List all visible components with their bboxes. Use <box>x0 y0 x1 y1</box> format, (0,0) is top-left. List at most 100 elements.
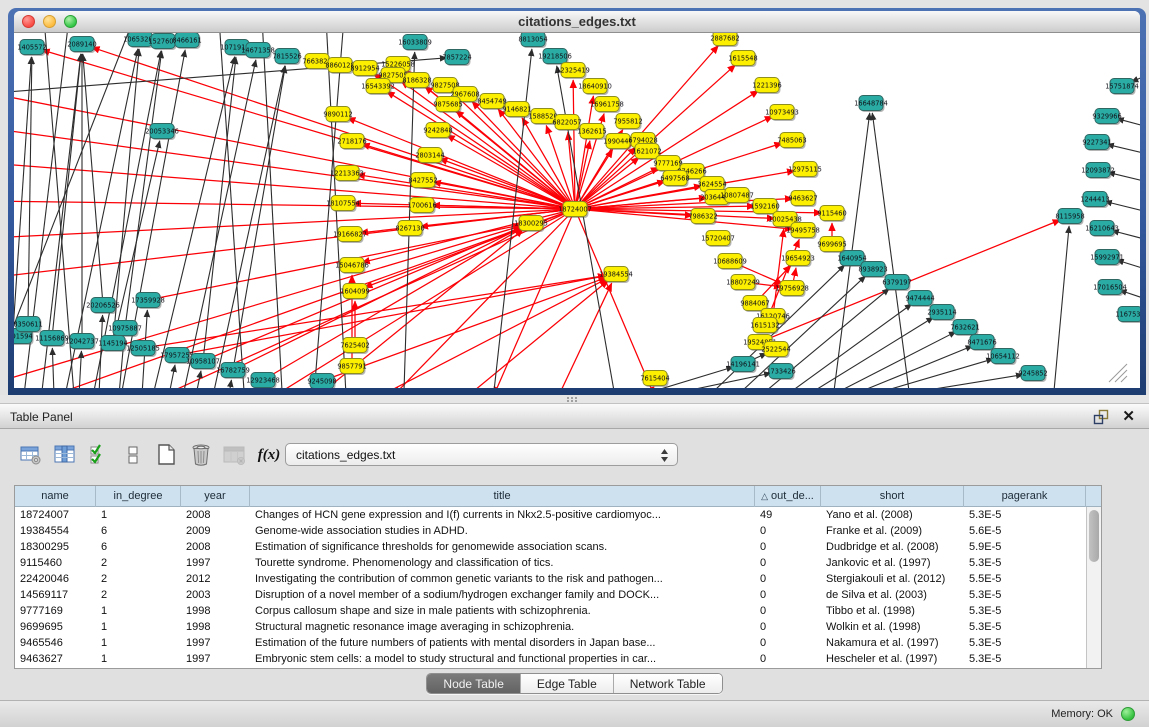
graph-node[interactable]: 9329966 <box>1092 109 1121 126</box>
graph-node[interactable]: 1362615 <box>577 124 606 141</box>
graph-node[interactable]: 10654112 <box>986 349 1020 366</box>
graph-node[interactable]: 9146821 <box>502 102 531 119</box>
graph-edge-black[interactable] <box>884 359 993 388</box>
graph-node[interactable]: 12213363 <box>330 166 364 183</box>
graph-node[interactable]: 2887682 <box>710 33 739 47</box>
graph-node[interactable]: 9242848 <box>423 123 452 140</box>
graph-node[interactable]: 19654923 <box>781 251 815 268</box>
graph-edge-red[interactable] <box>347 118 575 209</box>
table-row[interactable]: 969969511998Structural magnetic resonanc… <box>15 619 1101 635</box>
graph-edge-black[interactable] <box>52 348 54 388</box>
graph-node[interactable]: 9857791 <box>337 359 366 376</box>
graph-edge-black[interactable] <box>79 351 81 388</box>
graph-node[interactable]: 12975115 <box>788 162 822 179</box>
graph-edge-black[interactable] <box>1105 201 1140 213</box>
column-header-title[interactable]: title <box>250 486 755 507</box>
graph-node[interactable]: 8115958 <box>1055 209 1084 226</box>
graph-node[interactable]: 8427552 <box>408 173 437 190</box>
graph-node[interactable]: 9245852 <box>1018 366 1047 383</box>
graph-node[interactable]: 7615404 <box>640 371 669 388</box>
graph-node[interactable]: 20206526 <box>86 298 120 315</box>
graph-node[interactable]: 10958107 <box>186 354 220 371</box>
graph-node[interactable]: 16782759 <box>216 363 250 380</box>
graph-edge-black[interactable] <box>83 54 103 305</box>
column-header-out_de[interactable]: △out_de... <box>755 486 821 507</box>
graph-node[interactable]: 11156869 <box>35 331 69 348</box>
graph-node[interactable]: 7857224 <box>442 50 471 67</box>
graph-edge-red[interactable] <box>177 276 606 355</box>
graph-node[interactable]: 7955812 <box>613 114 642 131</box>
column-header-in_degree[interactable]: in_degree <box>96 486 181 507</box>
network-graph[interactable]: 1405572208914010653287152760284661611071… <box>14 33 1140 388</box>
delete-table-icon[interactable] <box>186 441 216 469</box>
table-row[interactable]: 1872400712008Changes of HCN gene express… <box>15 507 1101 523</box>
graph-edge-black[interactable] <box>1054 226 1069 388</box>
graph-node[interactable]: 7632621 <box>950 320 979 337</box>
graph-node[interactable]: 10688609 <box>713 254 747 271</box>
graph-node[interactable]: 9463627 <box>788 191 817 208</box>
graph-edge-black[interactable] <box>404 52 415 388</box>
graph-node[interactable]: 19495758 <box>786 223 820 240</box>
graph-node[interactable]: 17359928 <box>131 293 165 310</box>
column-visibility-icon[interactable] <box>50 441 80 469</box>
close-panel-icon[interactable]: ✕ <box>1122 407 1135 425</box>
graph-node[interactable]: 7815526 <box>272 49 301 66</box>
graph-node[interactable]: 1405572 <box>17 40 46 57</box>
function-builder-icon[interactable]: f(x) <box>254 441 284 469</box>
table-selector-dropdown[interactable]: citations_edges.txt <box>285 443 678 466</box>
graph-node[interactable]: 12505185 <box>126 341 160 358</box>
graph-node[interactable]: 8471676 <box>967 335 996 352</box>
graph-node[interactable]: 1221396 <box>752 78 781 95</box>
graph-node[interactable]: 9474444 <box>905 291 934 308</box>
tab-node-table[interactable]: Node Table <box>427 674 521 693</box>
graph-node[interactable]: 6497568 <box>660 171 689 188</box>
table-row[interactable]: 946554611997Estimation of the future num… <box>15 635 1101 651</box>
graph-edge-black[interactable] <box>229 380 231 388</box>
graph-node[interactable]: 7986322 <box>688 209 717 226</box>
graph-edge-red[interactable] <box>42 50 575 209</box>
graph-node[interactable]: 16210643 <box>1085 221 1119 238</box>
select-all-rows-icon[interactable] <box>84 441 114 469</box>
graph-node[interactable]: 6379197 <box>882 275 911 292</box>
graph-node[interactable]: 16543392 <box>361 79 395 96</box>
column-header-short[interactable]: short <box>821 486 964 507</box>
graph-node[interactable]: 1145194 <box>98 336 127 353</box>
graph-edge-black[interactable] <box>125 51 162 328</box>
table-row[interactable]: 977716911998Corpus callosum shape and si… <box>15 603 1101 619</box>
graph-node[interactable]: 8186328 <box>402 73 431 90</box>
scrollbar-thumb[interactable] <box>1089 510 1099 562</box>
graph-edge-red[interactable] <box>164 209 575 388</box>
graph-node[interactable]: 1604099 <box>340 284 369 301</box>
graph-node[interactable]: 19756928 <box>775 281 809 298</box>
graph-node[interactable]: 9227341 <box>1082 135 1111 152</box>
column-header-pagerank[interactable]: pagerank <box>964 486 1086 507</box>
graph-node[interactable]: 1733426 <box>766 364 795 381</box>
graph-node[interactable]: 12093872 <box>1081 163 1115 180</box>
graph-node[interactable]: 16961758 <box>590 97 624 114</box>
new-table-icon[interactable] <box>152 441 182 469</box>
graph-node[interactable]: 8813054 <box>518 33 547 48</box>
graph-node[interactable]: 2803144 <box>415 148 444 165</box>
table-row[interactable]: 1456911722003Disruption of a novel membe… <box>15 587 1101 603</box>
tab-network-table[interactable]: Network Table <box>614 674 722 693</box>
graph-node[interactable]: 7485063 <box>777 133 806 150</box>
graph-node[interactable]: 10973493 <box>765 105 799 122</box>
graph-node[interactable]: 9875685 <box>433 97 462 114</box>
row-height-icon[interactable] <box>118 441 148 469</box>
graph-node[interactable]: 8912954 <box>350 61 379 78</box>
graph-edge-black[interactable] <box>922 375 1023 388</box>
graph-node[interactable]: 18807249 <box>726 275 760 292</box>
tab-edge-table[interactable]: Edge Table <box>521 674 614 693</box>
graph-node[interactable]: 1167531 <box>1115 307 1140 324</box>
graph-edge-black[interactable] <box>233 66 285 370</box>
graph-node[interactable]: 1244413 <box>1080 192 1109 209</box>
graph-edge-red[interactable] <box>382 279 607 388</box>
column-header-year[interactable]: year <box>181 486 250 507</box>
graph-edge-black[interactable] <box>154 57 235 388</box>
graph-edge-black[interactable] <box>122 50 185 388</box>
canvas-resize-handle-icon[interactable] <box>1109 364 1127 382</box>
graph-node[interactable]: 1615132 <box>750 318 779 335</box>
graph-node[interactable]: 18640910 <box>578 79 612 96</box>
graph-node[interactable]: 15720407 <box>701 231 735 248</box>
graph-node[interactable]: 18107554 <box>326 196 360 213</box>
